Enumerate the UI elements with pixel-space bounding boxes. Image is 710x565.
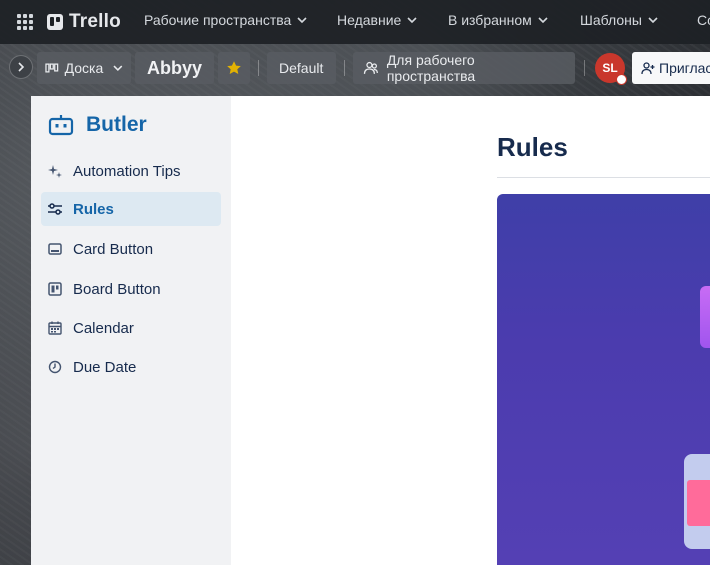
admin-badge-icon [616, 74, 627, 85]
board-view-icon [45, 63, 59, 73]
top-header: Trello Рабочие пространства Недавние В и… [0, 0, 710, 44]
clock-icon [47, 359, 63, 375]
default-label: Default [279, 60, 324, 76]
divider [497, 177, 710, 178]
chevron-down-icon [113, 65, 123, 72]
butler-robot-icon [48, 115, 74, 136]
chevron-down-icon [297, 17, 307, 24]
calendar-icon [47, 320, 63, 336]
avatar[interactable]: SL [595, 53, 627, 85]
trello-logo-text: Trello [69, 11, 121, 32]
sidebar-item-board-button[interactable]: Board Button [41, 272, 221, 306]
butler-panel: Butler Automation Tips Rules Card Button [31, 96, 710, 565]
divider [258, 60, 259, 76]
chevron-down-icon [407, 17, 417, 24]
sidebar-item-label: Automation Tips [73, 162, 181, 180]
nav-recent-label: Недавние [337, 12, 402, 28]
workspace-visibility-icon [363, 61, 378, 74]
invite-label: Приглас [659, 60, 710, 76]
invite-button[interactable]: Приглас [632, 52, 710, 84]
butler-brand: Butler [48, 113, 147, 137]
sidebar-item-label: Due Date [73, 358, 137, 376]
visibility-label: Для рабочего пространства [386, 52, 476, 84]
sidebar-item-automation-tips[interactable]: Automation Tips [41, 154, 221, 188]
visibility-button[interactable]: Для рабочего пространства [353, 52, 575, 84]
sidebar-item-calendar[interactable]: Calendar [41, 311, 221, 345]
card-button-icon [47, 241, 63, 257]
nav-templates[interactable]: Шаблоны [580, 12, 658, 28]
star-board-button[interactable] [218, 52, 250, 84]
butler-brand-text: Butler [86, 113, 147, 136]
nav-workspaces[interactable]: Рабочие пространства [144, 12, 307, 28]
rules-hero-illustration [497, 194, 710, 565]
chevron-down-icon [648, 17, 658, 24]
nav-starred-label: В избранном [448, 12, 532, 28]
nav-starred[interactable]: В избранном [448, 12, 548, 28]
nav-create-truncated[interactable]: Со [697, 12, 710, 28]
nav-create-label: Со [697, 12, 710, 28]
add-person-icon [641, 62, 655, 75]
expand-sidebar-button[interactable] [9, 55, 33, 79]
board-button-icon [47, 281, 63, 297]
trello-logo[interactable]: Trello [47, 11, 121, 33]
chevron-right-icon [18, 62, 25, 72]
sidebar-item-label: Card Button [73, 240, 154, 258]
view-switcher-label: Доска [64, 60, 104, 76]
default-button[interactable]: Default [267, 52, 336, 84]
nav-recent[interactable]: Недавние [337, 12, 417, 28]
trello-logo-icon [47, 14, 63, 30]
board-title: Abbyy [147, 57, 203, 78]
sidebar-item-card-button[interactable]: Card Button [41, 232, 221, 266]
nav-templates-label: Шаблоны [580, 12, 642, 28]
sidebar-item-label: Board Button [73, 280, 161, 298]
illustration-card-shape [700, 286, 710, 348]
board-bar: Доска Abbyy Default Для рабочего простра… [0, 44, 710, 92]
butler-sidebar: Butler Automation Tips Rules Card Button [31, 96, 231, 565]
star-icon [227, 61, 241, 74]
divider [584, 60, 585, 76]
divider [344, 60, 345, 76]
sparkle-icon [47, 163, 63, 179]
page-title: Rules [497, 132, 568, 162]
sidebar-item-label: Rules [73, 200, 114, 218]
nav-workspaces-label: Рабочие пространства [144, 12, 292, 28]
view-switcher-button[interactable]: Доска [37, 52, 131, 84]
app-switcher-icon[interactable] [16, 13, 34, 31]
chevron-down-icon [538, 17, 548, 24]
sliders-icon [47, 201, 63, 217]
sidebar-item-due-date[interactable]: Due Date [41, 350, 221, 384]
board-title-button[interactable]: Abbyy [135, 52, 214, 84]
illustration-accent-shape [687, 480, 710, 526]
sidebar-item-rules[interactable]: Rules [41, 192, 221, 226]
sidebar-item-label: Calendar [73, 319, 134, 337]
avatar-initials: SL [602, 61, 618, 75]
